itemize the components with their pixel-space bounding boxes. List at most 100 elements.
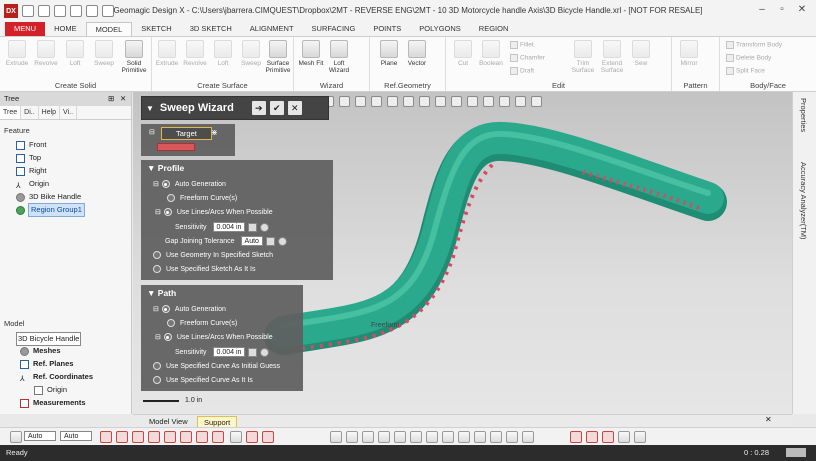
front-view-icon[interactable]	[371, 95, 382, 107]
collapse-icon[interactable]: ▼	[146, 104, 154, 113]
tab-polygons[interactable]: POLYGONS	[410, 22, 470, 36]
select-mode-dropdown[interactable]: Auto	[24, 431, 56, 441]
flood-select-icon[interactable]	[426, 431, 438, 443]
loft-surface-button[interactable]: Loft	[210, 40, 236, 67]
extrude-solid-button[interactable]: Extrude	[4, 40, 30, 67]
shrink-select-icon[interactable]	[490, 431, 502, 443]
tab-home[interactable]: HOME	[45, 22, 86, 36]
tab-3d-sketch[interactable]: 3D SKETCH	[181, 22, 241, 36]
slider-icon[interactable]	[248, 347, 258, 357]
model-item-ref-coordinates[interactable]: ⅄ Ref. Coordinates	[20, 371, 93, 383]
tab-model[interactable]: MODEL	[85, 22, 133, 36]
path-header[interactable]: ▼ Path	[141, 285, 303, 301]
tree-item-top[interactable]: Top	[16, 152, 41, 164]
minimize-icon[interactable]: –	[752, 4, 772, 15]
close-icon[interactable]: ✕	[792, 4, 812, 15]
subtab-help[interactable]: Help	[39, 106, 61, 119]
split-face-button[interactable]: Split Face	[726, 67, 765, 75]
extrude-surface-button[interactable]: Extrude	[154, 40, 180, 67]
tab-region[interactable]: REGION	[470, 22, 518, 36]
trim-surface-button[interactable]: Trim Surface	[570, 40, 596, 74]
select-all-icon[interactable]	[522, 431, 534, 443]
environment-icon[interactable]	[602, 431, 614, 443]
loft-solid-button[interactable]: Loft	[62, 40, 88, 67]
target-options-icon[interactable]: ⋇	[211, 128, 218, 137]
mirror-button[interactable]: Mirror	[676, 40, 702, 67]
light-icon[interactable]	[499, 95, 510, 107]
ok-button[interactable]: ✔	[269, 101, 284, 115]
selection-filter-icon[interactable]	[10, 431, 22, 443]
vector-button[interactable]: Vector	[404, 40, 430, 67]
subtab-view[interactable]: Vi..	[60, 106, 78, 119]
close-panel-icon[interactable]: ✕	[120, 92, 126, 106]
path-auto-generation[interactable]: ⊟ Auto Generation	[153, 305, 226, 313]
subtab-tree[interactable]: Tree	[0, 106, 22, 119]
extend-surface-button[interactable]: Extend Surface	[599, 40, 625, 74]
tree-item-front[interactable]: Front	[16, 139, 47, 151]
delete-body-button[interactable]: Delete Body	[726, 54, 771, 62]
select-body-icon[interactable]	[148, 431, 160, 443]
target-selection-field[interactable]	[157, 143, 195, 151]
select-point-icon[interactable]	[246, 431, 258, 443]
cancel-button[interactable]: ✕	[287, 101, 302, 115]
pan-icon[interactable]	[483, 95, 494, 107]
sweep-surface-button[interactable]: Sweep	[238, 40, 264, 67]
reset-icon[interactable]	[277, 236, 287, 246]
tree-item-bike-handle[interactable]: 3D Bike Handle	[16, 191, 81, 203]
fit-view-icon[interactable]	[435, 95, 446, 107]
chamfer-button[interactable]: Chamfer	[510, 54, 545, 62]
gap-tolerance-input[interactable]: Auto	[240, 236, 263, 246]
model-item-bicycle-handle[interactable]: 3D Bicycle Handle	[16, 332, 82, 346]
checkbox-icon[interactable]	[34, 385, 43, 395]
select-vertex-icon[interactable]	[180, 431, 192, 443]
close-view-icon[interactable]: ✕	[765, 415, 772, 424]
clear-select-icon[interactable]	[506, 431, 518, 443]
reset-icon[interactable]	[260, 347, 270, 357]
profile-lines-arcs-option[interactable]: ⊟ Use Lines/Arcs When Possible	[155, 208, 273, 216]
lasso-select-icon[interactable]	[330, 431, 342, 443]
select-vector-icon[interactable]	[262, 431, 274, 443]
tree-item-region-group[interactable]: Region Group1	[16, 203, 85, 217]
tab-alignment[interactable]: ALIGNMENT	[241, 22, 303, 36]
curvature-icon[interactable]	[586, 431, 598, 443]
tree-item-origin[interactable]: ⅄ Origin	[16, 178, 49, 190]
deviation-icon[interactable]	[570, 431, 582, 443]
rotate-icon[interactable]	[467, 95, 478, 107]
path-sensitivity-input[interactable]: 0.004 in	[212, 347, 246, 357]
tab-menu[interactable]: MENU	[5, 22, 46, 36]
fillet-button[interactable]: Fillet	[510, 41, 534, 49]
rectangle-select-icon[interactable]	[346, 431, 358, 443]
iso-view-icon[interactable]	[419, 95, 430, 107]
profile-freeform-option[interactable]: Freeform Curve(s)	[167, 194, 237, 202]
model-item-ref-planes[interactable]: Ref. Planes	[20, 358, 73, 370]
tab-surfacing[interactable]: SURFACING	[303, 22, 365, 36]
select-type-dropdown[interactable]: Auto	[60, 431, 92, 441]
accuracy-analyzer-tab[interactable]: Accuracy Analyzer(TM)	[799, 162, 808, 240]
path-lines-arcs-option[interactable]: ⊟ Use Lines/Arcs When Possible	[155, 333, 273, 341]
model-item-origin[interactable]: Origin	[34, 384, 67, 396]
sew-button[interactable]: Sew	[628, 40, 654, 67]
transform-body-button[interactable]: Transform Body	[726, 41, 782, 49]
right-view-icon[interactable]	[403, 95, 414, 107]
paint-select-icon[interactable]	[410, 431, 422, 443]
polyline-select-icon[interactable]	[362, 431, 374, 443]
profile-use-geometry-option[interactable]: Use Geometry In Specified Sketch	[153, 251, 273, 259]
revolve-surface-button[interactable]: Revolve	[182, 40, 208, 67]
camera-icon[interactable]	[618, 431, 630, 443]
profile-sensitivity-input[interactable]: 0.004 in	[212, 222, 246, 232]
profile-use-sketch-option[interactable]: Use Specified Sketch As It Is	[153, 265, 256, 273]
slider-icon[interactable]	[248, 222, 258, 232]
loft-wizard-button[interactable]: Loft Wizard	[326, 40, 352, 74]
visibility-icon[interactable]	[531, 95, 542, 107]
sweep-solid-button[interactable]: Sweep	[91, 40, 117, 67]
slider-icon[interactable]	[265, 236, 275, 246]
cut-button[interactable]: Cut	[450, 40, 476, 67]
select-sketch-icon[interactable]	[196, 431, 208, 443]
path-freeform-option[interactable]: Freeform Curve(s)	[167, 319, 237, 327]
next-stage-button[interactable]: ➔	[251, 101, 266, 115]
select-mesh-icon[interactable]	[100, 431, 112, 443]
target-button[interactable]: Target	[161, 127, 212, 140]
tree-item-right[interactable]: Right	[16, 165, 47, 177]
solid-primitive-button[interactable]: Solid Primitive	[120, 40, 148, 74]
top-view-icon[interactable]	[387, 95, 398, 107]
